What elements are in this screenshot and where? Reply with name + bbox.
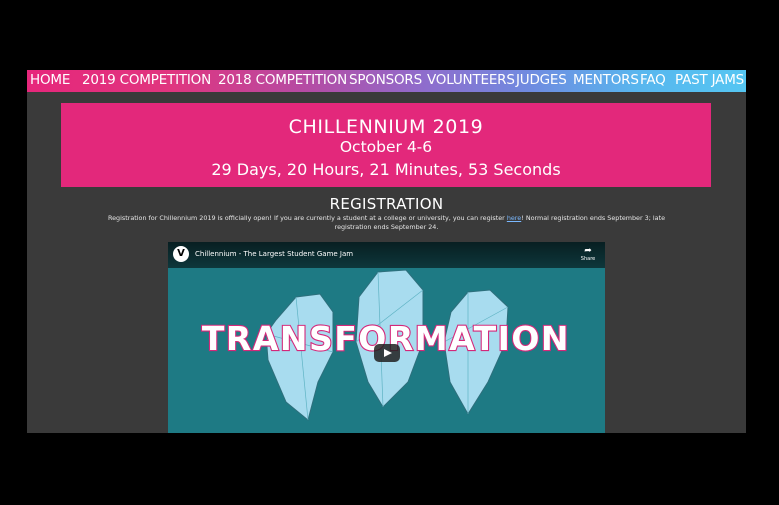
nav-2018-competition[interactable]: 2018 COMPETITION (218, 72, 347, 88)
event-countdown: 29 Days, 20 Hours, 21 Minutes, 53 Second… (211, 160, 561, 179)
video-embed[interactable]: TRANSFORMATION V Chillennium - The Large… (168, 242, 605, 433)
nav-faq[interactable]: FAQ (640, 72, 666, 88)
video-title[interactable]: Chillennium - The Largest Student Game J… (195, 250, 353, 258)
nav-past-jams[interactable]: PAST JAMS (675, 72, 744, 88)
nav-mentors[interactable]: MENTORS (573, 72, 639, 88)
video-title-bar: V Chillennium - The Largest Student Game… (168, 242, 605, 268)
nav-judges[interactable]: JUDGES (516, 72, 567, 88)
register-link[interactable]: here (507, 214, 521, 222)
video-thumbnail-art: TRANSFORMATION (201, 269, 570, 421)
event-dates: October 4-6 (339, 138, 433, 156)
page-container: HOME 2019 COMPETITION 2018 COMPETITION S… (27, 70, 746, 433)
event-banner: CHILLENNIUM 2019 October 4-6 29 Days, 20… (61, 103, 711, 187)
nav-home[interactable]: HOME (30, 72, 70, 88)
main-nav: HOME 2019 COMPETITION 2018 COMPETITION S… (27, 70, 746, 92)
share-icon: ➦ (584, 246, 592, 256)
nav-2019-competition[interactable]: 2019 COMPETITION (82, 72, 211, 88)
play-button[interactable] (374, 344, 400, 362)
registration-text-start: Registration for Chillennium 2019 is off… (107, 214, 507, 222)
registration-text: Registration for Chillennium 2019 is off… (97, 214, 676, 232)
share-button[interactable]: ➦ Share (578, 246, 598, 262)
event-title: CHILLENNIUM 2019 (288, 116, 484, 138)
registration-heading: REGISTRATION (329, 195, 444, 213)
share-label: Share (580, 256, 596, 262)
nav-volunteers[interactable]: VOLUNTEERS (427, 72, 515, 88)
nav-sponsors[interactable]: SPONSORS (349, 72, 422, 88)
channel-logo-icon[interactable]: V (173, 246, 189, 262)
